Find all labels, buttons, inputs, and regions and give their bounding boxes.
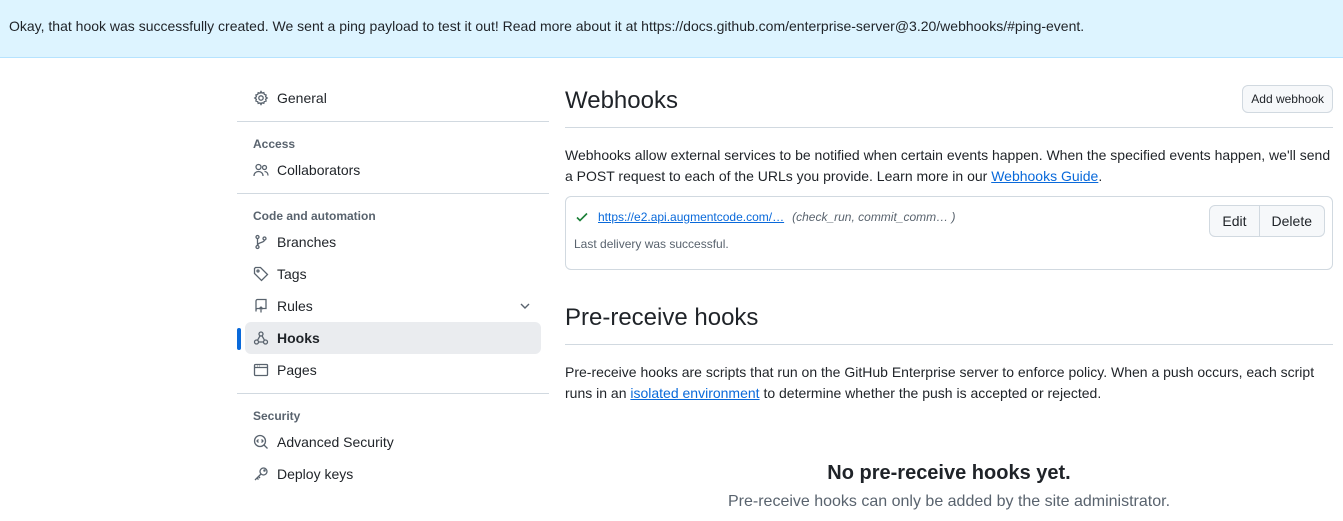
flash-message: Okay, that hook was successfully created… xyxy=(9,18,1085,34)
settings-sidebar: General Access Collaborators Code and au… xyxy=(237,82,549,490)
sidebar-item-collaborators[interactable]: Collaborators xyxy=(245,154,541,186)
sidebar-item-tags[interactable]: Tags xyxy=(245,258,541,290)
webhook-actions: Edit Delete xyxy=(1209,205,1325,237)
sidebar-item-branches[interactable]: Branches xyxy=(245,226,541,258)
prereceive-blankslate: No pre-receive hooks yet. Pre-receive ho… xyxy=(565,462,1333,511)
sidebar-item-general[interactable]: General xyxy=(245,82,541,114)
repo-push-icon xyxy=(253,298,269,314)
chevron-down-icon[interactable] xyxy=(517,298,533,314)
add-webhook-button[interactable]: Add webhook xyxy=(1242,85,1333,113)
codescan-icon xyxy=(253,434,269,450)
active-indicator xyxy=(237,328,241,350)
webhooks-description: Webhooks allow external services to be n… xyxy=(565,145,1333,187)
sidebar-item-label: General xyxy=(277,90,327,106)
webhooks-title: Webhooks xyxy=(565,87,678,114)
sidebar-item-advanced-security[interactable]: Advanced Security xyxy=(245,426,541,458)
blankslate-text: Pre-receive hooks can only be added by t… xyxy=(727,493,1171,510)
sidebar-group-security: Security xyxy=(253,409,301,423)
browser-icon xyxy=(253,362,269,378)
prereceive-description: Pre-receive hooks are scripts that run o… xyxy=(565,362,1333,404)
webhook-list-item: https://e2.api.augmentcode.com/… (check_… xyxy=(565,196,1333,270)
webhook-delivery-status: Last delivery was successful. xyxy=(574,237,729,251)
people-icon xyxy=(253,162,269,178)
sidebar-divider xyxy=(237,121,549,122)
sidebar-divider xyxy=(237,393,549,394)
gear-icon xyxy=(253,90,269,106)
webhook-summary: https://e2.api.augmentcode.com/… (check_… xyxy=(574,209,955,225)
sidebar-divider xyxy=(237,193,549,194)
sidebar-item-label: Rules xyxy=(277,298,313,314)
webhook-icon xyxy=(253,330,269,346)
sidebar-item-label: Collaborators xyxy=(277,162,361,178)
webhooks-description-text: Webhooks allow external services to be n… xyxy=(565,147,1331,184)
sidebar-group-code-automation: Code and automation xyxy=(253,209,376,223)
sidebar-item-pages[interactable]: Pages xyxy=(245,354,541,386)
sidebar-item-deploy-keys[interactable]: Deploy keys xyxy=(245,458,541,490)
tag-icon xyxy=(253,266,269,282)
sidebar-item-label: Pages xyxy=(277,362,317,378)
webhooks-description-end: . xyxy=(1098,168,1103,184)
webhook-url-link[interactable]: https://e2.api.augmentcode.com/… xyxy=(598,210,784,224)
edit-webhook-button[interactable]: Edit xyxy=(1209,205,1260,237)
sidebar-item-rules[interactable]: Rules xyxy=(245,290,541,322)
delete-webhook-button[interactable]: Delete xyxy=(1259,205,1325,237)
sidebar-item-label: Deploy keys xyxy=(277,466,354,482)
git-branch-icon xyxy=(253,234,269,250)
sidebar-item-label: Tags xyxy=(277,266,307,282)
sidebar-item-label: Branches xyxy=(277,234,337,250)
webhooks-header: Webhooks Add webhook xyxy=(565,82,1333,128)
isolated-environment-link[interactable]: isolated environment xyxy=(630,385,759,401)
check-icon xyxy=(576,212,588,222)
main-content: Webhooks Add webhook Webhooks allow exte… xyxy=(565,82,1333,511)
webhooks-guide-link[interactable]: Webhooks Guide xyxy=(991,168,1098,184)
key-icon xyxy=(253,466,269,482)
sidebar-item-label: Advanced Security xyxy=(277,434,394,450)
blankslate-title: No pre-receive hooks yet. xyxy=(827,462,1071,484)
sidebar-item-label: Hooks xyxy=(277,330,320,346)
prereceive-description-end: to determine whether the push is accepte… xyxy=(759,385,1102,401)
sidebar-group-access: Access xyxy=(253,137,296,151)
prereceive-title: Pre-receive hooks xyxy=(565,304,759,331)
webhook-events: (check_run, commit_comm… ) xyxy=(792,210,956,224)
prereceive-header: Pre-receive hooks xyxy=(565,303,1333,345)
sidebar-item-hooks[interactable]: Hooks xyxy=(237,322,541,354)
flash-banner: Okay, that hook was successfully created… xyxy=(0,0,1343,58)
